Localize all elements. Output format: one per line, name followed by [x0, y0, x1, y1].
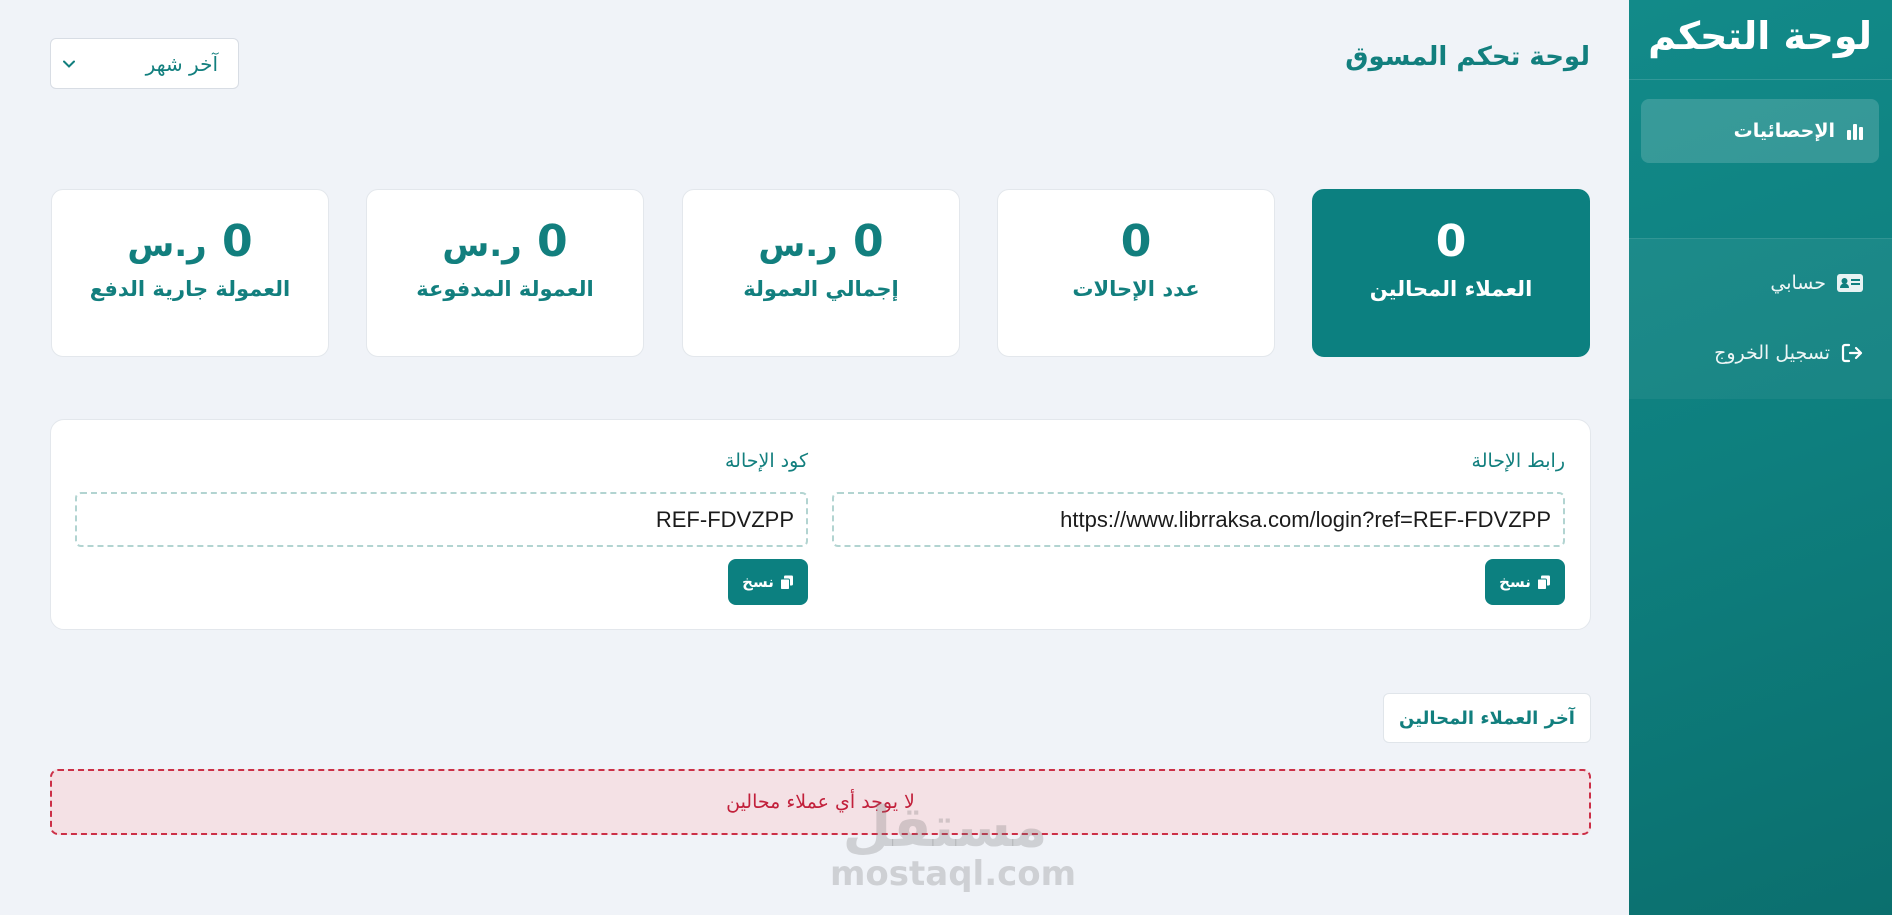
period-select-value: آخر شهر	[145, 51, 218, 76]
tab-recent-referred-clients[interactable]: آخر العملاء المحالين	[1383, 693, 1591, 743]
empty-state-alert: لا يوجد أي عملاء محالين	[50, 769, 1591, 835]
referral-link-field[interactable]: https://www.librraksa.com/login?ref=REF-…	[832, 492, 1565, 547]
copy-code-button[interactable]: نسخ	[728, 559, 808, 605]
copy-button-label: نسخ	[742, 573, 774, 591]
stat-label: العمولة جارية الدفع	[89, 276, 291, 301]
sidebar-secondary-section	[1629, 239, 1892, 399]
copy-icon	[779, 575, 794, 590]
stat-value: 0	[998, 216, 1274, 269]
stat-number: 0	[1435, 216, 1467, 267]
sidebar-title: لوحة التحكم	[1629, 0, 1892, 80]
chevron-down-icon	[63, 60, 75, 68]
sidebar-item-label: حسابي	[1770, 272, 1826, 294]
page-title: لوحة تحكم المسوق	[1345, 42, 1590, 72]
bar-chart-icon	[1845, 121, 1865, 141]
referral-code-label: كود الإحالة	[725, 450, 808, 472]
sidebar-item-statistics[interactable]: الإحصائيات	[1641, 99, 1879, 163]
stat-card-total-commission: 0 ر.س إجمالي العمولة	[682, 189, 960, 357]
stat-unit: ر.س	[442, 225, 522, 265]
referral-link-label: رابط الإحالة	[1471, 450, 1565, 472]
stat-value: 0 ر.س	[367, 216, 643, 269]
stat-unit: ر.س	[127, 225, 207, 265]
id-card-icon	[1836, 272, 1864, 294]
stat-value: 0 ر.س	[52, 216, 328, 269]
sidebar-item-logout[interactable]: تسجيل الخروج	[1714, 336, 1864, 370]
stat-card-referred-clients: 0 العملاء المحالين	[1312, 189, 1590, 357]
stat-label: العمولة المدفوعة	[416, 276, 594, 301]
stat-value: 0	[1313, 216, 1589, 269]
referral-panel: رابط الإحالة https://www.librraksa.com/l…	[50, 419, 1591, 630]
stat-value: 0 ر.س	[683, 216, 959, 269]
stat-label: إجمالي العمولة	[743, 276, 899, 301]
stat-number: 0	[853, 216, 884, 267]
copy-link-button[interactable]: نسخ	[1485, 559, 1565, 605]
stat-card-paid-commission: 0 ر.س العمولة المدفوعة	[366, 189, 644, 357]
referral-code-field[interactable]: REF-FDVZPP	[75, 492, 808, 547]
stat-card-pending-commission: 0 ر.س العمولة جارية الدفع	[51, 189, 329, 357]
stat-number: 0	[537, 216, 568, 267]
stat-number: 0	[1120, 216, 1152, 267]
sidebar-item-my-account[interactable]: حسابي	[1770, 266, 1864, 300]
sidebar: لوحة التحكم الإحصائيات حسابي تسجيل الخرو…	[1629, 0, 1892, 915]
sidebar-item-label: تسجيل الخروج	[1714, 342, 1830, 364]
copy-icon	[1536, 575, 1551, 590]
stat-card-referrals-count: 0 عدد الإحالات	[997, 189, 1275, 357]
stat-unit: ر.س	[758, 225, 838, 265]
period-select[interactable]: آخر شهر	[50, 38, 239, 89]
stat-label: العملاء المحالين	[1369, 276, 1533, 301]
copy-button-label: نسخ	[1499, 573, 1531, 591]
logout-icon	[1840, 342, 1864, 364]
sidebar-item-label: الإحصائيات	[1733, 120, 1835, 142]
stat-number: 0	[222, 216, 253, 267]
stat-label: عدد الإحالات	[1072, 276, 1200, 301]
watermark-domain: mostaql.com	[830, 854, 1077, 894]
